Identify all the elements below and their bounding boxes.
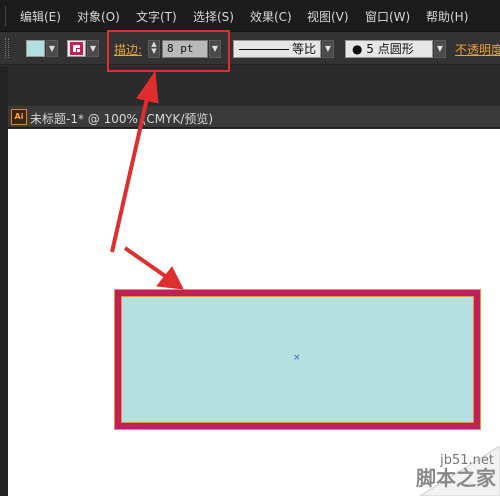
- variable-width-profile-select[interactable]: 等比: [233, 40, 321, 58]
- illustrator-app-icon: Ai: [11, 109, 27, 125]
- rectangle-center-point-icon: ×: [293, 353, 301, 363]
- menu-edit[interactable]: 编辑(E): [20, 8, 61, 25]
- menu-separator: [5, 6, 6, 26]
- annotation-highlight-box: [107, 30, 230, 72]
- menu-view[interactable]: 视图(V): [307, 8, 349, 25]
- document-title: 未标题-1* @ 100% (CMYK/预览): [30, 112, 214, 126]
- stroke-color-swatch[interactable]: [67, 40, 86, 57]
- profile-dropdown-icon[interactable]: ▼: [322, 40, 334, 58]
- brush-definition-select[interactable]: ● 5 点圆形: [345, 40, 433, 58]
- brush-dropdown-icon[interactable]: ▼: [434, 40, 446, 58]
- profile-label: 等比: [292, 42, 317, 56]
- stroke-square-icon: [70, 42, 83, 55]
- watermark-name: 脚本之家: [416, 466, 496, 490]
- profile-line-icon: [239, 49, 289, 50]
- menu-help[interactable]: 帮助(H): [426, 8, 468, 25]
- menu-type[interactable]: 文字(T): [136, 8, 177, 25]
- watermark: jb51.net 脚本之家: [350, 436, 500, 496]
- stroke-dropdown-icon[interactable]: ▼: [87, 40, 99, 57]
- tools-panel-edge: [0, 66, 8, 496]
- menu-bar: 编辑(E) 对象(O) 文字(T) 选择(S) 效果(C) 视图(V) 窗口(W…: [0, 0, 500, 32]
- menu-object[interactable]: 对象(O): [77, 8, 120, 25]
- menu-window[interactable]: 窗口(W): [365, 8, 410, 25]
- control-bar: ▼ ▼ 描边: ▲ ▼ 8 pt ▼ 等比 ▼ ● 5 点圆形 ▼ 不透明度: [0, 32, 500, 65]
- panel-grip-icon[interactable]: [5, 38, 9, 58]
- fill-color-swatch[interactable]: [26, 40, 45, 57]
- document-tab[interactable]: Ai 未标题-1* @ 100% (CMYK/预览): [8, 106, 500, 128]
- opacity-link[interactable]: 不透明度: [455, 41, 500, 58]
- menu-effect[interactable]: 效果(C): [250, 8, 292, 25]
- annotation-arrowhead-up: [136, 70, 159, 104]
- fill-dropdown-icon[interactable]: ▼: [46, 40, 58, 57]
- menu-select[interactable]: 选择(S): [193, 8, 234, 25]
